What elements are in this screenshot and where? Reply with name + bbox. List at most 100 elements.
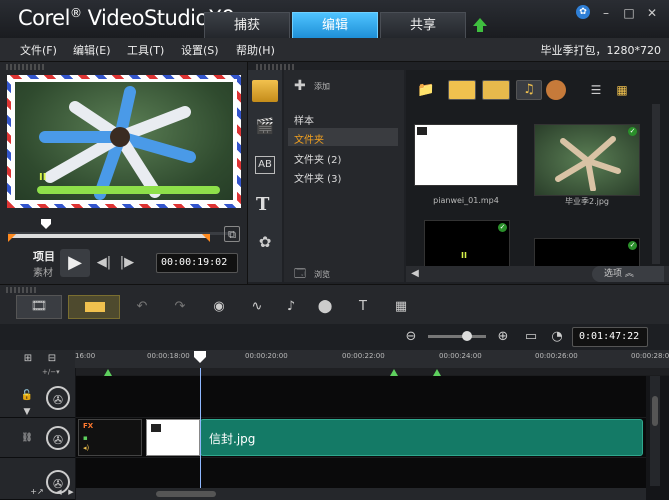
thumbnail-label: pianwei_01.mp4 bbox=[433, 196, 499, 205]
menu-edit[interactable]: 编辑(E) bbox=[73, 42, 111, 58]
folder-item-folder3[interactable]: 文件夹 (3) bbox=[294, 170, 341, 185]
tab-edit[interactable]: 编辑 bbox=[292, 12, 378, 38]
redo-icon[interactable]: ↷ bbox=[170, 297, 190, 317]
title-icon[interactable]: T bbox=[256, 194, 269, 215]
marker-icon[interactable] bbox=[390, 369, 398, 376]
track-manager-icon[interactable]: ⊞ bbox=[20, 349, 36, 369]
project-info: 毕业季打包，1280*720 bbox=[540, 44, 662, 57]
options-button[interactable]: 选项 ︽ bbox=[592, 266, 664, 282]
zoom-in-icon[interactable]: ⊕ bbox=[494, 327, 512, 347]
menu-settings[interactable]: 设置(S) bbox=[181, 42, 219, 58]
menu-help[interactable]: 帮助(H) bbox=[236, 42, 275, 58]
record-capture-icon[interactable]: ◉ bbox=[208, 297, 230, 317]
menu-tools[interactable]: 工具(T) bbox=[127, 42, 164, 58]
auto-music-icon[interactable]: ♪ bbox=[280, 297, 302, 317]
storyboard-view-button[interactable]: 🎞 bbox=[16, 295, 62, 319]
subtitle-editor-icon[interactable]: T bbox=[352, 297, 374, 317]
zoom-out-icon[interactable]: ⊖ bbox=[402, 327, 420, 347]
preview-frame: II bbox=[7, 75, 241, 208]
close-button[interactable]: ✕ bbox=[644, 6, 660, 20]
used-check-icon: ✓ bbox=[628, 127, 637, 136]
trim-bar bbox=[10, 234, 210, 238]
browse-icon[interactable]: 🗔 bbox=[292, 264, 308, 284]
sort-icon[interactable] bbox=[546, 80, 566, 100]
info-icon[interactable]: ✿ bbox=[576, 5, 590, 19]
mode-project[interactable]: 项目 bbox=[33, 248, 55, 264]
tab-share[interactable]: 共享 bbox=[380, 12, 466, 38]
timeline-vscroll[interactable] bbox=[650, 376, 660, 486]
library-scrollbar[interactable] bbox=[652, 104, 660, 264]
folder-item-folder[interactable]: 文件夹 bbox=[294, 131, 324, 146]
scroll-right-icon[interactable]: ▶ bbox=[66, 482, 76, 500]
ruler-tick: 00:00:18:00 bbox=[147, 352, 190, 360]
timeline-grip[interactable] bbox=[6, 287, 36, 293]
track-3-lane[interactable] bbox=[76, 458, 646, 490]
marker-icon[interactable] bbox=[104, 369, 112, 376]
folder-open-icon[interactable]: 📁 bbox=[416, 80, 436, 100]
prev-frame-icon[interactable]: ◀| bbox=[95, 253, 113, 273]
graphics-icon[interactable]: ✿ bbox=[252, 232, 278, 252]
scroll-left-icon[interactable]: ◀ bbox=[408, 266, 422, 282]
next-frame-icon[interactable]: |▶ bbox=[118, 253, 136, 273]
pause-icon: II bbox=[39, 172, 47, 183]
chapter-icon[interactable]: ⊟ bbox=[44, 349, 60, 369]
folder-item-folder2[interactable]: 文件夹 (2) bbox=[294, 151, 341, 166]
show-photos-button[interactable] bbox=[482, 80, 510, 100]
minimize-button[interactable]: – bbox=[598, 6, 614, 20]
trim-in-marker[interactable] bbox=[8, 234, 16, 242]
show-audio-button[interactable]: ♫ bbox=[516, 80, 542, 100]
mode-clip[interactable]: 素材 bbox=[33, 264, 53, 279]
ruler-tick: 00:00:28:00 bbox=[631, 352, 669, 360]
undo-icon[interactable]: ↶ bbox=[132, 297, 152, 317]
timeline-hscroll-thumb[interactable] bbox=[156, 491, 216, 497]
scrubber-handle[interactable] bbox=[41, 219, 51, 229]
trim-out-marker[interactable] bbox=[202, 234, 210, 242]
clip-icon: ▪ bbox=[83, 434, 88, 442]
menu-file[interactable]: 文件(F) bbox=[20, 42, 57, 58]
add-folder-icon[interactable]: ✚ bbox=[294, 78, 306, 94]
timeline-vscroll-thumb[interactable] bbox=[652, 396, 658, 426]
instant-project-icon[interactable]: 🎬 bbox=[252, 116, 278, 136]
timeline-view-button[interactable] bbox=[68, 295, 120, 319]
thumbnail-pianwei[interactable] bbox=[414, 124, 518, 186]
thumbnail-view-icon[interactable]: ▦ bbox=[612, 80, 632, 100]
fit-project-icon[interactable]: ▭ bbox=[522, 327, 540, 347]
video-track-lane[interactable] bbox=[76, 376, 646, 418]
students-star-image bbox=[39, 86, 196, 200]
media-icon[interactable] bbox=[252, 80, 278, 102]
time-ruler[interactable]: 16:00 00:00:18:00 00:00:20:00 00:00:22:0… bbox=[75, 350, 669, 368]
track-link-icon[interactable]: ⛓ bbox=[18, 428, 36, 448]
add-track-icon[interactable]: +↗ bbox=[28, 482, 46, 500]
browse-label[interactable]: 浏览 bbox=[314, 269, 330, 280]
thumbnail-graduation[interactable]: ✓ bbox=[534, 124, 640, 196]
marker-icon[interactable] bbox=[433, 369, 441, 376]
zoom-slider-thumb[interactable] bbox=[462, 331, 472, 341]
upload-arrow-icon[interactable] bbox=[472, 17, 488, 33]
play-button[interactable]: ▶ bbox=[60, 249, 90, 277]
fx-clip[interactable]: FX ▪ ◂) bbox=[78, 419, 142, 456]
maximize-button[interactable]: □ bbox=[621, 6, 637, 20]
show-videos-button[interactable] bbox=[448, 80, 476, 100]
video-badge-icon bbox=[417, 127, 427, 135]
preview-video[interactable]: II bbox=[15, 82, 233, 200]
photo-clip[interactable]: 信封.jpg bbox=[200, 419, 643, 456]
motion-tracking-icon[interactable]: ⬤ bbox=[314, 297, 336, 317]
transition-icon[interactable]: AB bbox=[255, 156, 275, 174]
panel-grip[interactable] bbox=[6, 64, 46, 70]
folder-item-sample[interactable]: 样本 bbox=[294, 112, 314, 127]
playhead-handle[interactable] bbox=[194, 351, 206, 363]
track-expand-controls[interactable]: +∕−▾ bbox=[0, 368, 75, 376]
ruler-tick: 16:00 bbox=[75, 352, 96, 360]
timecode-display[interactable]: 00:00:19:02 bbox=[156, 253, 238, 273]
timeline-hscroll[interactable] bbox=[76, 488, 646, 500]
multi-camera-icon[interactable]: ▦ bbox=[390, 297, 412, 317]
library-panel: 🎬 AB T ✿ ✚ 添加 样本 文件夹 文件夹 (2) 文件夹 (3) 🗔 浏… bbox=[248, 62, 669, 284]
ruler-tick: 00:00:24:00 bbox=[439, 352, 482, 360]
tab-capture[interactable]: 捕获 bbox=[204, 12, 290, 38]
enlarge-preview-icon[interactable]: ⧉ bbox=[224, 226, 240, 242]
list-view-icon[interactable]: ☰ bbox=[586, 80, 606, 100]
scroll-left-icon[interactable]: ◀ bbox=[54, 482, 64, 500]
sound-mixer-icon[interactable]: ∿ bbox=[246, 297, 268, 317]
photo-clip-thumbnail[interactable] bbox=[146, 419, 200, 456]
add-folder-label[interactable]: 添加 bbox=[314, 81, 330, 92]
